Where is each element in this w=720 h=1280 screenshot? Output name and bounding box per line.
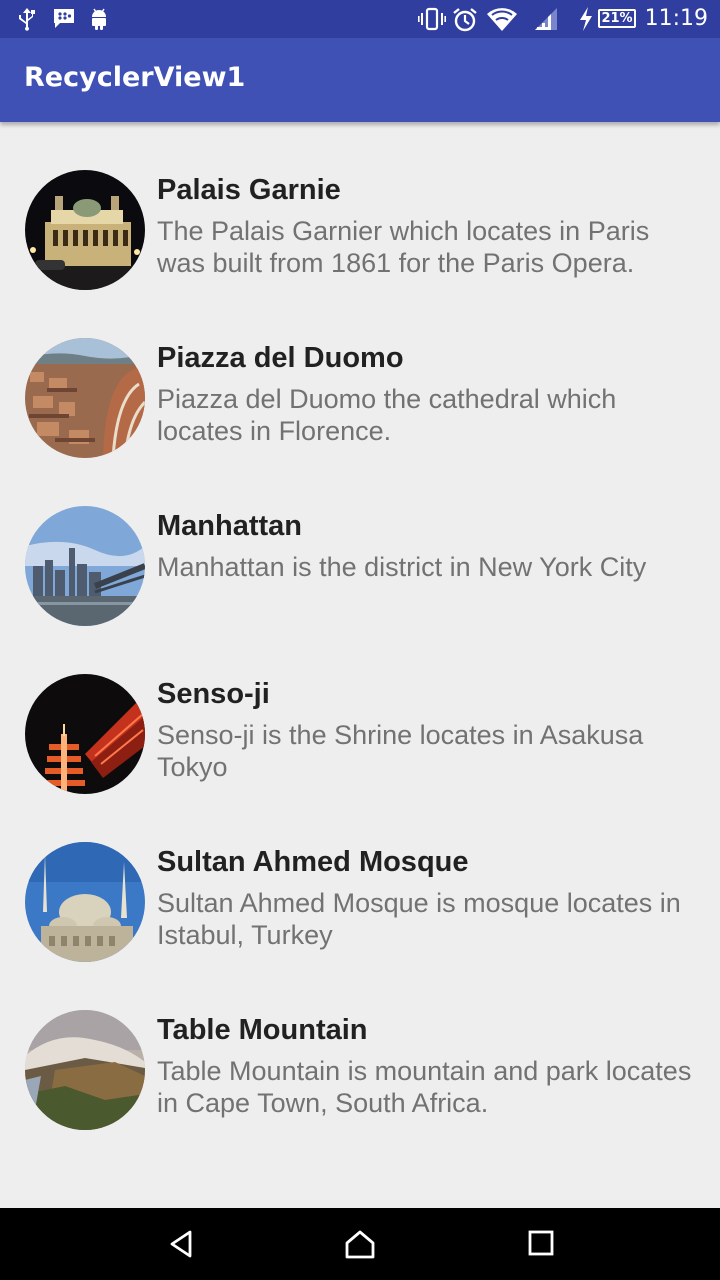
piazza-del-duomo-image bbox=[25, 338, 145, 458]
item-description: Piazza del Duomo the cathedral which loc… bbox=[157, 384, 617, 446]
wifi-icon bbox=[487, 8, 517, 31]
list-item[interactable]: Manhattan Manhattan is the district in N… bbox=[0, 458, 720, 626]
list-item[interactable]: Senso-ji Senso-ji is the Shrine locates … bbox=[0, 626, 720, 794]
item-description: The Palais Garnier which locates in Pari… bbox=[157, 216, 650, 278]
vibrate-icon bbox=[418, 7, 446, 31]
senso-ji-image bbox=[25, 674, 145, 794]
sultan-ahmed-mosque-image bbox=[25, 842, 145, 962]
list-item[interactable]: Sultan Ahmed Mosque Sultan Ahmed Mosque … bbox=[0, 794, 720, 962]
item-description: Manhattan is the district in New York Ci… bbox=[157, 552, 647, 582]
list-item[interactable]: Piazza del Duomo Piazza del Duomo the ca… bbox=[0, 290, 720, 458]
status-bar: 21% 11:19 bbox=[0, 0, 720, 38]
clock: 11:19 bbox=[644, 6, 708, 31]
navigation-bar bbox=[0, 1208, 720, 1280]
app-bar: RecyclerView1 bbox=[0, 38, 720, 122]
battery-icon: 21% bbox=[598, 9, 636, 28]
palais-garnier-image bbox=[25, 170, 145, 290]
item-title: Palais Garnie bbox=[157, 174, 341, 206]
alarm-icon bbox=[453, 8, 477, 32]
item-title: Piazza del Duomo bbox=[157, 342, 404, 374]
list-item[interactable]: Palais Garnie The Palais Garnier which l… bbox=[0, 122, 720, 290]
item-title: Senso-ji bbox=[157, 678, 270, 710]
android-icon bbox=[92, 8, 106, 30]
recents-icon[interactable] bbox=[527, 1229, 555, 1257]
item-description: Table Mountain is mountain and park loca… bbox=[157, 1056, 692, 1118]
list-item[interactable]: Table Mountain Table Mountain is mountai… bbox=[0, 962, 720, 1130]
table-mountain-image bbox=[25, 1010, 145, 1130]
manhattan-image bbox=[25, 506, 145, 626]
app-title: RecyclerView1 bbox=[24, 62, 246, 93]
item-title: Table Mountain bbox=[157, 1014, 368, 1046]
bbm-icon bbox=[54, 9, 74, 28]
item-description: Sultan Ahmed Mosque is mosque locates in… bbox=[157, 888, 681, 950]
item-title: Sultan Ahmed Mosque bbox=[157, 846, 469, 878]
back-icon[interactable] bbox=[166, 1229, 196, 1259]
home-icon[interactable] bbox=[344, 1229, 376, 1259]
signal-icon bbox=[535, 8, 557, 30]
usb-icon bbox=[19, 8, 35, 31]
item-title: Manhattan bbox=[157, 510, 302, 542]
charging-icon bbox=[580, 7, 592, 31]
item-description: Senso-ji is the Shrine locates in Asakus… bbox=[157, 720, 644, 782]
